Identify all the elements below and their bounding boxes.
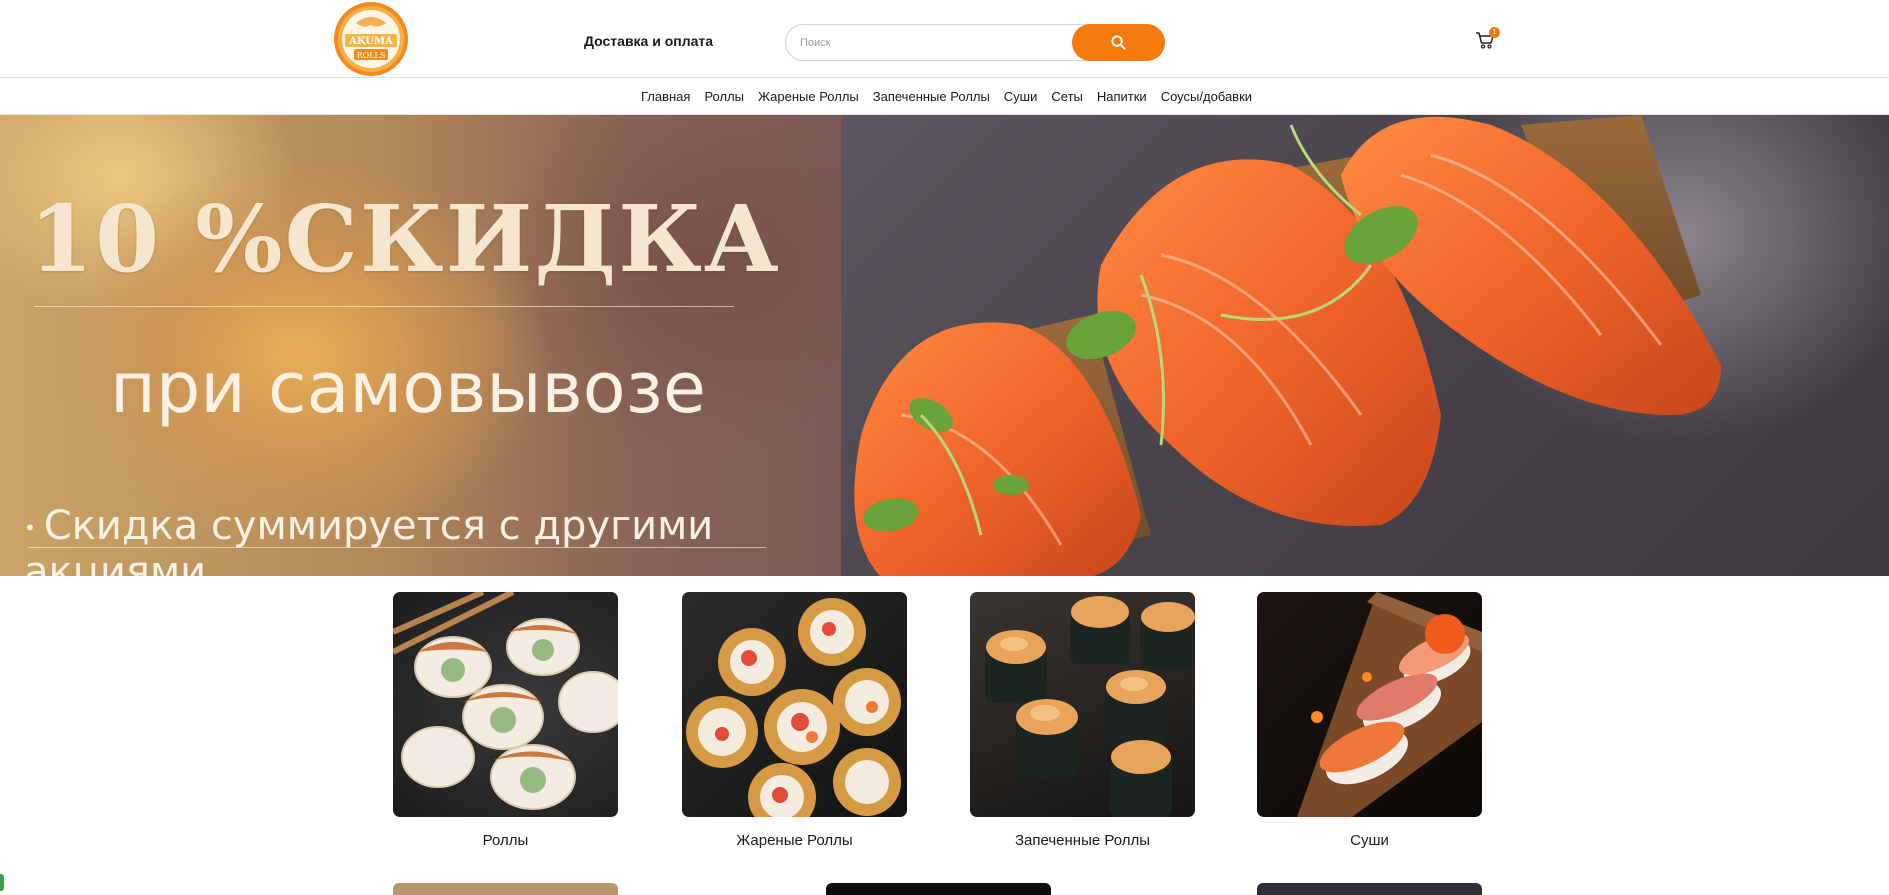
category-card-baked-rolls[interactable]: Запеченные Роллы [970, 592, 1195, 849]
promo-banner-text-panel: 10 %СКИДКА при самовывозе • Скидка суммир… [0, 115, 841, 576]
promo-note: • Скидка суммируется с другими акциями [24, 503, 841, 576]
nav-item-baked-rolls[interactable]: Запеченные Роллы [873, 89, 990, 104]
logo[interactable]: AKUMA ROLLS [332, 1, 410, 77]
baked-rolls-photo [970, 592, 1195, 817]
side-widget-tab[interactable] [0, 874, 4, 891]
category-label-rolls: Роллы [482, 832, 529, 849]
sushi-photo [1257, 592, 1482, 817]
search-box [785, 24, 1165, 61]
category-label-sushi: Суши [1350, 832, 1389, 849]
category-card-rolls[interactable]: Роллы [393, 592, 618, 849]
nav-item-sauces[interactable]: Соусы/добавки [1161, 89, 1252, 104]
cart-button[interactable]: 1 [1475, 27, 1500, 52]
category-card-fried-rolls[interactable]: Жареные Роллы [682, 592, 907, 849]
search-icon [1111, 35, 1126, 50]
site-header: AKUMA ROLLS Доставка и оплата 1 [0, 0, 1889, 78]
promo-title: 10 %СКИДКА [29, 185, 781, 293]
category-card-sauces-partial[interactable] [1257, 883, 1482, 895]
logo-text-bottom: ROLLS [357, 51, 386, 60]
promo-banner[interactable]: 10 %СКИДКА при самовывозе • Скидка суммир… [0, 114, 1889, 576]
rolls-photo [393, 592, 618, 817]
search-button[interactable] [1072, 24, 1165, 61]
promo-note-underline [28, 547, 766, 548]
category-card-drinks-partial[interactable] [826, 883, 1051, 895]
nav-item-drinks[interactable]: Напитки [1097, 89, 1147, 104]
promo-subtitle: при самовывозе [110, 347, 706, 429]
logo-text-top: AKUMA [348, 36, 393, 47]
nav-item-sets[interactable]: Сеты [1051, 89, 1082, 104]
search-input[interactable] [800, 25, 1050, 60]
nav-item-home[interactable]: Главная [641, 89, 690, 104]
main-nav: Главная Роллы Жареные Роллы Запеченные Р… [0, 78, 1889, 114]
fried-rolls-photo [682, 592, 907, 817]
logo-icon: AKUMA ROLLS [334, 2, 408, 76]
nav-item-rolls[interactable]: Роллы [704, 89, 744, 104]
category-card-sets-partial[interactable] [393, 883, 618, 895]
delivery-link[interactable]: Доставка и оплата [584, 33, 713, 49]
nav-item-fried-rolls[interactable]: Жареные Роллы [758, 89, 859, 104]
nav-item-sushi[interactable]: Суши [1004, 89, 1038, 104]
promo-note-text: Скидка суммируется с другими акциями [24, 503, 714, 576]
promo-note-bullet: • [24, 516, 36, 540]
category-label-fried-rolls: Жареные Роллы [736, 832, 853, 849]
salmon-sashimi-photo [841, 115, 1889, 576]
promo-divider [34, 306, 734, 307]
category-card-sushi[interactable]: Суши [1257, 592, 1482, 849]
category-label-baked-rolls: Запеченные Роллы [1014, 832, 1151, 849]
cart-count-badge: 1 [1489, 27, 1500, 38]
